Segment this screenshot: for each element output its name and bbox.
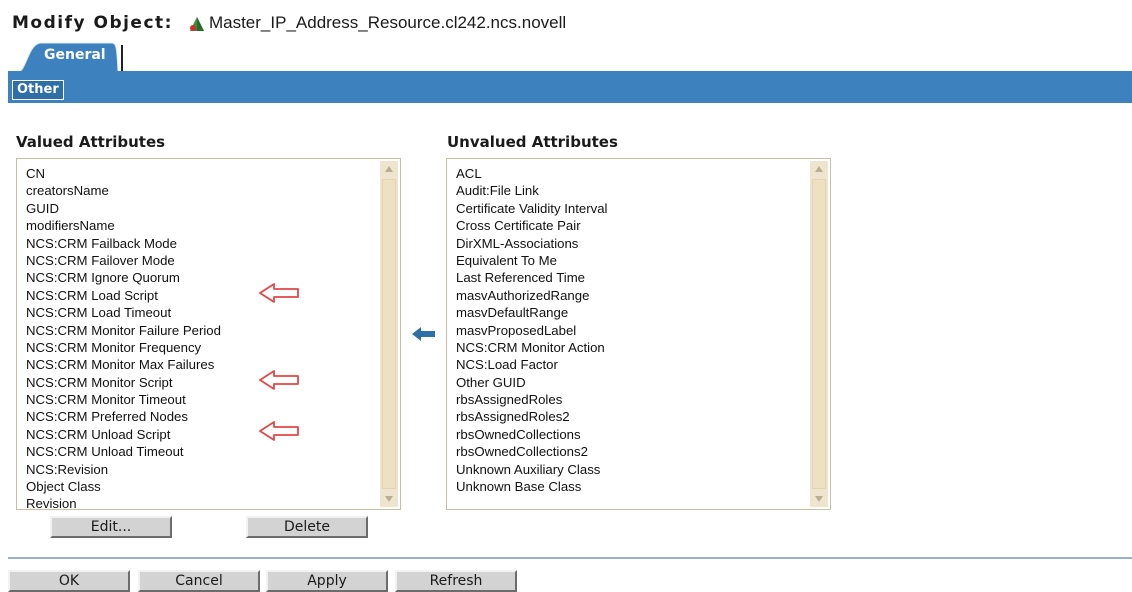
tab-general[interactable]: General: [16, 41, 124, 72]
list-item[interactable]: Unknown Base Class: [447, 478, 808, 495]
list-item[interactable]: ACL: [447, 165, 808, 182]
list-item[interactable]: NCS:CRM Monitor Failure Period: [17, 322, 378, 339]
delete-button[interactable]: Delete: [246, 516, 368, 538]
list-item[interactable]: Cross Certificate Pair: [447, 217, 808, 234]
unvalued-attributes-title: Unvalued Attributes: [447, 133, 618, 151]
list-item[interactable]: Equivalent To Me: [447, 252, 808, 269]
list-item[interactable]: NCS:CRM Unload Script: [17, 426, 378, 443]
tab-band: [8, 71, 1132, 103]
hollow-left-arrow-icon: [259, 283, 299, 303]
hollow-left-arrow-icon: [259, 421, 299, 441]
list-item[interactable]: DirXML-Associations: [447, 235, 808, 252]
scroll-down-arrow-icon[interactable]: [810, 491, 828, 507]
list-item[interactable]: Last Referenced Time: [447, 269, 808, 286]
valued-scroll-thumb[interactable]: [382, 179, 396, 489]
object-identity: Master_IP_Address_Resource.cl242.ncs.nov…: [187, 13, 566, 33]
footer-divider: [8, 557, 1132, 559]
scroll-up-arrow-icon[interactable]: [380, 161, 398, 177]
page-header: Modify Object: Master_IP_Address_Resourc…: [12, 8, 566, 38]
list-item[interactable]: NCS:CRM Ignore Quorum: [17, 269, 378, 286]
valued-attributes-list[interactable]: CN creatorsName GUID modifiersName NCS:C…: [16, 158, 401, 513]
list-item[interactable]: rbsAssignedRoles: [447, 391, 808, 408]
valued-scrollbar[interactable]: [380, 161, 398, 507]
list-item[interactable]: NCS:CRM Monitor Max Failures: [17, 356, 378, 373]
unvalued-scrollbar[interactable]: [810, 161, 828, 507]
list-item[interactable]: Other GUID: [447, 374, 808, 391]
list-item[interactable]: NCS:CRM Failover Mode: [17, 252, 378, 269]
list-item[interactable]: NCS:CRM Monitor Frequency: [17, 339, 378, 356]
list-item[interactable]: masvProposedLabel: [447, 322, 808, 339]
list-item[interactable]: NCS:Load Factor: [447, 356, 808, 373]
valued-attributes-items: CN creatorsName GUID modifiersName NCS:C…: [17, 165, 378, 513]
list-item[interactable]: rbsOwnedCollections: [447, 426, 808, 443]
ok-button[interactable]: OK: [8, 570, 130, 592]
scroll-down-arrow-icon[interactable]: [380, 491, 398, 507]
resource-object-icon: [187, 14, 207, 32]
list-item[interactable]: modifiersName: [17, 217, 378, 234]
list-item[interactable]: NCS:CRM Load Timeout: [17, 304, 378, 321]
edit-button[interactable]: Edit...: [50, 516, 172, 538]
cancel-button[interactable]: Cancel: [138, 570, 260, 592]
list-item[interactable]: NCS:CRM Monitor Timeout: [17, 391, 378, 408]
list-item[interactable]: masvAuthorizedRange: [447, 287, 808, 304]
list-item[interactable]: GUID: [17, 200, 378, 217]
tab-other[interactable]: Other: [12, 80, 64, 100]
tab-general-label: General: [44, 47, 106, 63]
list-item[interactable]: CN: [17, 165, 378, 182]
list-item[interactable]: NCS:CRM Monitor Action: [447, 339, 808, 356]
list-item[interactable]: NCS:CRM Unload Timeout: [17, 443, 378, 460]
hollow-left-arrow-icon: [259, 370, 299, 390]
list-item[interactable]: creatorsName: [17, 182, 378, 199]
list-item[interactable]: rbsAssignedRoles2: [447, 408, 808, 425]
list-item[interactable]: Audit:File Link: [447, 182, 808, 199]
refresh-button[interactable]: Refresh: [395, 570, 517, 592]
object-name: Master_IP_Address_Resource.cl242.ncs.nov…: [208, 13, 567, 32]
list-item[interactable]: Unknown Auxiliary Class: [447, 461, 808, 478]
unvalued-scroll-thumb[interactable]: [812, 179, 826, 489]
scroll-up-arrow-icon[interactable]: [810, 161, 828, 177]
list-item[interactable]: NCS:CRM Failback Mode: [17, 235, 378, 252]
move-left-arrow-icon[interactable]: [411, 325, 437, 343]
list-item[interactable]: Revision: [17, 495, 378, 512]
list-item[interactable]: NCS:CRM Preferred Nodes: [17, 408, 378, 425]
valued-attributes-title: Valued Attributes: [16, 133, 166, 151]
list-item[interactable]: rbsOwnedCollections2: [447, 443, 808, 460]
list-item[interactable]: NCS:CRM Load Script: [17, 287, 378, 304]
list-item[interactable]: NCS:CRM Monitor Script: [17, 374, 378, 391]
unvalued-attributes-items: ACL Audit:File Link Certificate Validity…: [447, 165, 808, 495]
page-title: Modify Object:: [12, 13, 173, 33]
unvalued-attributes-list[interactable]: ACL Audit:File Link Certificate Validity…: [446, 158, 831, 510]
list-item[interactable]: NCS:Revision: [17, 461, 378, 478]
list-item[interactable]: masvDefaultRange: [447, 304, 808, 321]
list-item[interactable]: Certificate Validity Interval: [447, 200, 808, 217]
apply-button[interactable]: Apply: [266, 570, 388, 592]
list-item[interactable]: Object Class: [17, 478, 378, 495]
